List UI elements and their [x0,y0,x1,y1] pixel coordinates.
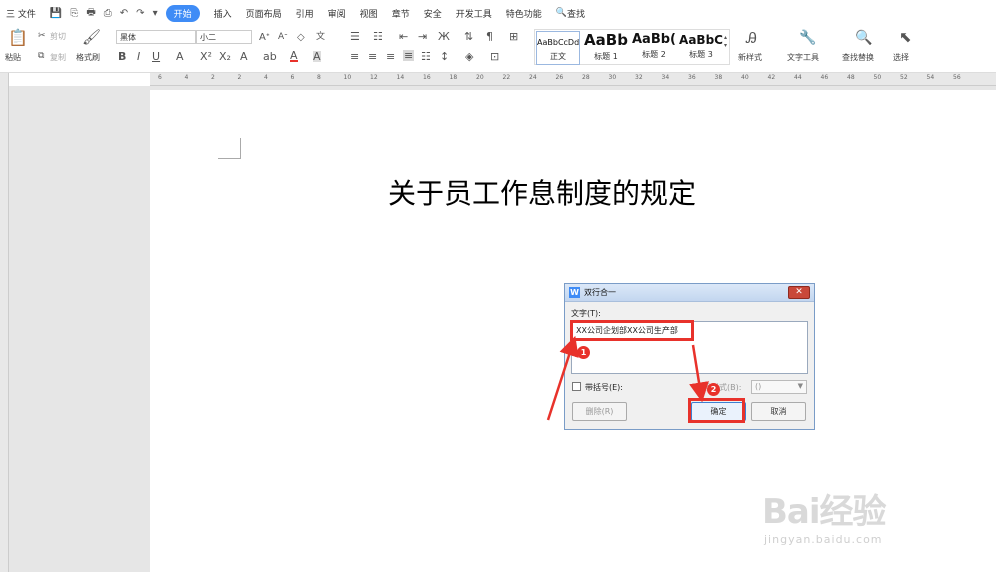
baidu-watermark: Bai经验 jingyan.baidu.com [762,484,887,546]
arrow-to-ok-button [689,344,709,403]
watermark-url: jingyan.baidu.com [764,533,883,546]
arrow-to-text-input [546,335,579,421]
watermark-brand: Bai经验 [762,492,887,532]
